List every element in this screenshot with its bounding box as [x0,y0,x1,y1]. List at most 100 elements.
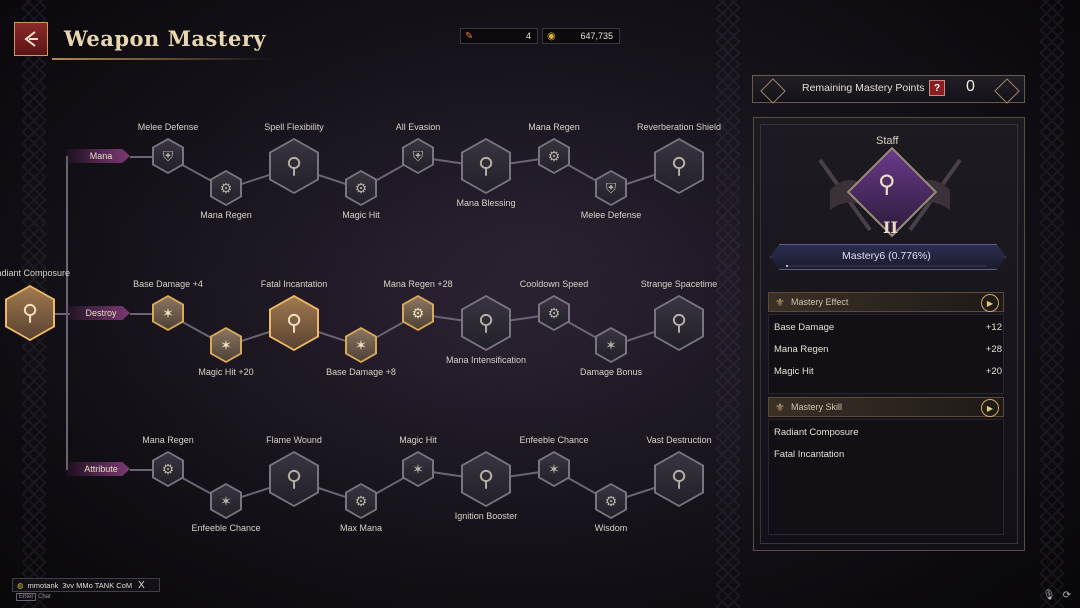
effect-value: +28 [985,344,1002,355]
gold-coin-icon: ◉ [547,31,556,42]
gear-icon: ⚙ [604,493,618,509]
skill-node[interactable]: ⚙ [345,483,377,519]
skill-node[interactable]: ⚙ [402,295,434,331]
effect-row: Mana Regen +28 [774,344,1002,355]
skill-node[interactable]: ⛨ [402,138,434,174]
skill-node[interactable]: ⛨ [152,138,184,174]
skill-node-root[interactable]: ⚲ [5,285,55,341]
slash-icon: ✶ [548,461,560,477]
gold-amount: 647,735 [580,31,613,41]
weapon-name: Staff [876,135,899,147]
skill-node[interactable]: ⚲ [461,138,511,194]
remaining-points-value: 0 [966,78,975,95]
staff-icon: ⚲ [477,466,495,491]
row-label-attribute: Attribute [66,462,130,476]
gear-icon: ⚙ [547,305,561,321]
mastery-effect-header: ⚜ Mastery Effect ▶ [768,292,1004,312]
staff-icon: ⚲ [477,310,495,335]
remaining-points-label: Remaining Mastery Points [802,82,925,94]
skill-node-label: Fatal Incantation [260,279,328,289]
skill-node[interactable]: ✶ [538,451,570,487]
skill-node-label: Melee Defense [580,210,642,220]
skill-node-label: Mana Regen [200,210,252,220]
chat-user: mmotank [27,580,59,590]
mastery-effect-play-button[interactable]: ▶ [981,294,999,312]
skill-node[interactable]: ⚲ [269,451,319,507]
gold-resource: ◉ 647,735 [542,28,620,44]
effect-row: Magic Hit +20 [774,366,1002,377]
shield-icon: ⛨ [605,180,617,196]
staff-icon: ⚲ [285,310,303,335]
effect-name: Base Damage [774,322,835,333]
chat-box[interactable]: ◍ mmotank 3vv MMo TANK CoM X [12,578,160,592]
skill-node[interactable]: ⛨ [595,170,627,206]
skill-node-label: Magic Hit [399,435,437,445]
skill-node-label: Enfeeble Chance [191,523,261,533]
mastery-skill-header: ⚜ Mastery Skill ▶ [768,397,1004,417]
skill-node-label: Max Mana [339,523,383,533]
skill-node[interactable]: ⚲ [461,295,511,351]
skill-node[interactable]: ⚙ [210,170,242,206]
skill-node[interactable]: ⚲ [654,138,704,194]
slash-icon: ✶ [605,337,617,353]
refresh-icon[interactable]: ⟳ [1060,588,1074,602]
chat-key-label: Chat [38,594,51,600]
slash-icon: ✶ [412,461,424,477]
connector-line [130,469,152,471]
fleur-icon: ⚜ [775,402,785,414]
mastery-progress-fill [786,265,788,267]
staff-icon: ⚲ [670,153,688,178]
staff-icon: ⚲ [21,300,39,325]
help-button[interactable]: ? [929,80,945,96]
gear-icon: ⚙ [219,180,233,196]
slash-icon: ✶ [220,493,232,509]
skill-node[interactable]: ✶ [210,483,242,519]
effect-value: +12 [985,322,1002,333]
skill-node-label: Wisdom [594,523,628,533]
shield-icon: ⛨ [162,148,174,164]
staff-icon: ⚲ [285,153,303,178]
fleur-icon: ⚜ [775,297,785,309]
skill-node-label: Ignition Booster [454,511,518,521]
connector-line [130,313,152,315]
skill-node[interactable]: ⚙ [538,295,570,331]
mastery-skill-play-button[interactable]: ▶ [981,399,999,417]
skill-node[interactable]: ✶ [595,327,627,363]
skill-node[interactable]: ⚲ [269,295,319,351]
skill-node-label: Radiant Composure [0,268,71,278]
slash-icon: ✶ [355,337,367,353]
back-button[interactable] [14,22,48,56]
skill-node[interactable]: ⚲ [654,295,704,351]
skill-node[interactable]: ✶ [402,451,434,487]
effect-value: +20 [985,366,1002,377]
staff-icon: ⚲ [670,466,688,491]
skill-node[interactable]: ✶ [210,327,242,363]
chat-user-icon: ◍ [17,580,24,590]
chat-close-icon[interactable]: X [138,580,145,591]
connector-line [130,156,152,158]
skill-node[interactable]: ⚲ [654,451,704,507]
page-title: Weapon Mastery [64,26,267,51]
skill-node[interactable]: ⚙ [538,138,570,174]
skill-item[interactable]: Fatal Incantation [774,449,844,460]
skill-node-label: Vast Destruction [646,435,712,445]
skill-node-label: All Evasion [395,122,441,132]
skill-node[interactable]: ⚙ [152,451,184,487]
skill-node[interactable]: ⚲ [461,451,511,507]
slash-icon: ✶ [220,337,232,353]
skill-node[interactable]: ✶ [152,295,184,331]
gear-icon: ⚙ [547,148,561,164]
slash-icon: ✶ [162,305,174,321]
skill-node[interactable]: ⚙ [595,483,627,519]
effect-row: Base Damage +12 [774,322,1002,333]
skill-node[interactable]: ✶ [345,327,377,363]
enter-key: Enter [16,593,37,601]
skill-node-label: Melee Defense [137,122,199,132]
skill-node-label: Damage Bonus [579,367,643,377]
skill-item[interactable]: Radiant Composure [774,427,859,438]
gear-icon: ⚙ [354,493,368,509]
skill-node[interactable]: ⚙ [345,170,377,206]
mastery-skill-title: Mastery Skill [791,402,843,412]
microphone-icon[interactable]: 🎙 [1042,588,1056,602]
skill-node[interactable]: ⚲ [269,138,319,194]
